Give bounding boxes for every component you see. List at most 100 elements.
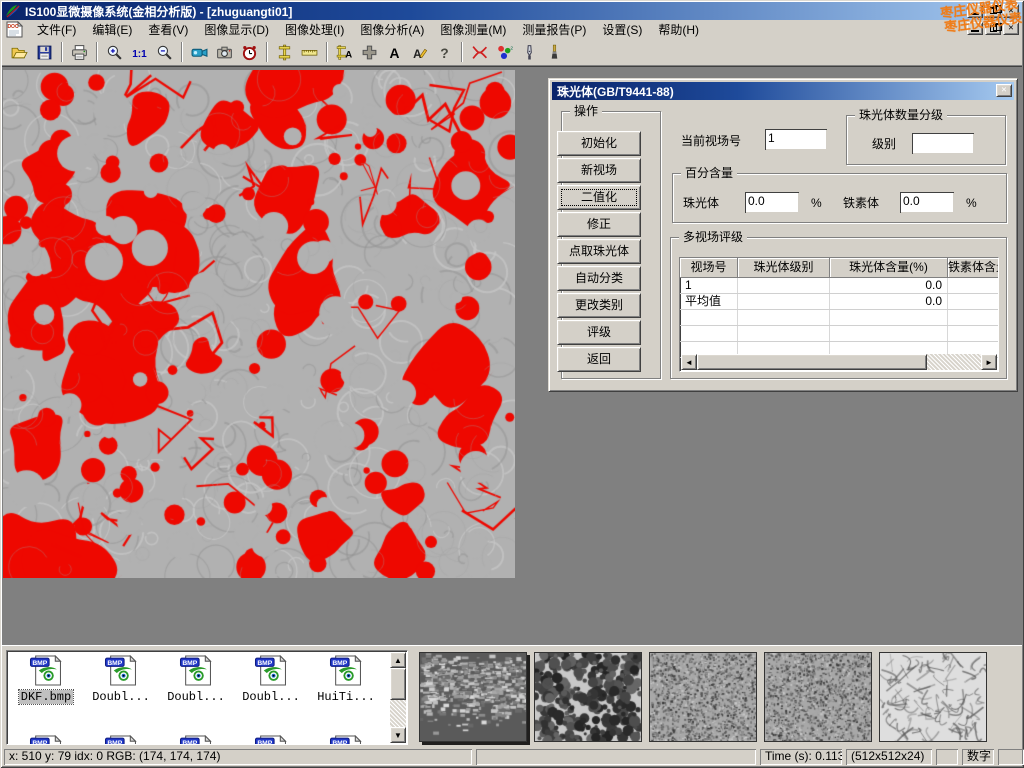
pen-icon[interactable] <box>517 40 542 64</box>
camcorder-icon[interactable] <box>187 40 212 64</box>
scroll-up-icon[interactable]: ▲ <box>390 652 406 668</box>
timer-icon[interactable] <box>237 40 262 64</box>
table-cell <box>738 278 830 293</box>
svg-text:BMP: BMP <box>182 660 197 667</box>
file-item-row2[interactable]: BMP <box>160 735 232 745</box>
file-item-row2[interactable]: BMP <box>310 735 382 745</box>
file-item-doubl-[interactable]: BMPDoubl... <box>235 655 307 704</box>
caliper-icon[interactable] <box>272 40 297 64</box>
table-cell <box>948 310 999 325</box>
file-scrollbar-thumb[interactable] <box>390 668 406 700</box>
actual-size-icon[interactable]: 1:1 <box>127 40 152 64</box>
ferrite-percent-sign: % <box>966 196 977 210</box>
table-header[interactable]: 珠光体级别 <box>738 258 830 278</box>
table-row[interactable]: 10.0 <box>680 278 998 294</box>
file-item-doubl-[interactable]: BMPDoubl... <box>160 655 232 704</box>
annotate-icon[interactable]: A <box>407 40 432 64</box>
table-cell: 1 <box>680 278 738 293</box>
scrollbar-thumb[interactable] <box>697 354 927 370</box>
bmp-file-icon: BMP <box>103 675 139 689</box>
toolbar-separator <box>181 42 183 62</box>
change-class-button[interactable]: 更改类别 <box>557 293 641 318</box>
window-title: IS100显微摄像系统(金相分析版) - [zhuguangti01] <box>25 3 292 20</box>
thumbnail-5[interactable] <box>879 652 987 742</box>
menu-item-file[interactable]: 文件(F) <box>29 21 84 40</box>
current-field-input[interactable]: 1 <box>765 129 827 150</box>
print-icon[interactable] <box>67 40 92 64</box>
svg-text:DOC: DOC <box>7 24 19 30</box>
camera-icon[interactable] <box>212 40 237 64</box>
grade-group: 珠光体数量分级 级别 <box>846 115 1006 165</box>
file-item-row2[interactable]: BMP <box>10 735 82 745</box>
menu-item-measure-report[interactable]: 测量报告(P) <box>514 21 594 40</box>
table-cell <box>738 326 830 341</box>
thumbnail-2[interactable] <box>534 652 642 742</box>
scrollbar-track[interactable] <box>927 354 981 370</box>
scroll-down-icon[interactable]: ▼ <box>390 727 406 743</box>
menu-item-image-process[interactable]: 图像处理(I) <box>277 21 352 40</box>
file-list[interactable]: BMPDKF.bmpBMPBMPDoubl...BMPBMPDoubl...BM… <box>6 650 408 745</box>
thumbnail-1[interactable] <box>419 652 527 742</box>
multiview-table[interactable]: 视场号珠光体级别珠光体含量(%)铁素体含量(%) 10.0平均值0.0 ◄ ► <box>679 257 999 372</box>
grade-button[interactable]: 评级 <box>557 320 641 345</box>
open-folder-icon[interactable] <box>7 40 32 64</box>
ruler-icon[interactable] <box>297 40 322 64</box>
file-item-huiti-[interactable]: BMPHuiTi... <box>310 655 382 704</box>
dialog-title-bar[interactable]: 珠光体(GB/T9441-88) ✕ <box>552 82 1014 100</box>
table-horizontal-scrollbar[interactable]: ◄ ► <box>681 354 997 370</box>
classify-balls-icon[interactable]: 2 <box>492 40 517 64</box>
initialize-button[interactable]: 初始化 <box>557 131 641 156</box>
file-item-dkf-bmp[interactable]: BMPDKF.bmp <box>10 655 82 704</box>
svg-text:BMP: BMP <box>32 740 47 745</box>
menu-item-edit[interactable]: 编辑(E) <box>84 21 140 40</box>
grade-input[interactable] <box>912 133 974 154</box>
table-header[interactable]: 视场号 <box>680 258 738 278</box>
correct-button[interactable]: 修正 <box>557 212 641 237</box>
file-list-scrollbar[interactable]: ▲ ▼ <box>390 652 406 743</box>
file-item-doubl-[interactable]: BMPDoubl... <box>85 655 157 704</box>
file-item-row2[interactable]: BMP <box>235 735 307 745</box>
scroll-right-icon[interactable]: ► <box>981 354 997 370</box>
file-item-row2[interactable]: BMP <box>85 735 157 745</box>
binarize-button[interactable]: 二值化 <box>557 185 641 210</box>
curves-icon[interactable] <box>467 40 492 64</box>
scroll-left-icon[interactable]: ◄ <box>681 354 697 370</box>
thumbnail-3[interactable] <box>649 652 757 742</box>
table-header[interactable]: 铁素体含量(%) <box>948 258 999 278</box>
menu-item-settings[interactable]: 设置(S) <box>594 21 650 40</box>
ferrite-input[interactable]: 0.0 <box>900 192 954 213</box>
text-icon[interactable]: A <box>382 40 407 64</box>
menu-item-image-display[interactable]: 图像显示(D) <box>196 21 277 40</box>
zoom-in-icon[interactable] <box>102 40 127 64</box>
save-icon[interactable] <box>32 40 57 64</box>
current-field-label: 当前视场号 <box>681 134 741 148</box>
svg-text:BMP: BMP <box>332 660 347 667</box>
table-row[interactable] <box>680 326 998 342</box>
table-row[interactable] <box>680 310 998 326</box>
brush-icon[interactable] <box>542 40 567 64</box>
binarized-micrograph-image[interactable] <box>3 70 515 578</box>
return-button[interactable]: 返回 <box>557 347 641 372</box>
new-field-button[interactable]: 新视场 <box>557 158 641 183</box>
move-cross-icon[interactable] <box>357 40 382 64</box>
bmp-file-icon: BMP <box>253 675 289 689</box>
zoom-out-icon[interactable] <box>152 40 177 64</box>
svg-text:BMP: BMP <box>107 660 122 667</box>
pearlite-input[interactable]: 0.0 <box>745 192 799 213</box>
document-icon[interactable]: DOC <box>5 21 25 38</box>
table-row[interactable]: 平均值0.0 <box>680 294 998 310</box>
thumbnail-4[interactable] <box>764 652 872 742</box>
menu-item-view[interactable]: 查看(V) <box>140 21 196 40</box>
measure-text-icon[interactable]: A <box>332 40 357 64</box>
menu-item-help[interactable]: 帮助(H) <box>650 21 707 40</box>
application-window: IS100显微摄像系统(金相分析版) - [zhuguangti01] ✕ 枣庄… <box>0 0 1024 768</box>
auto-classify-button[interactable]: 自动分类 <box>557 266 641 291</box>
table-header[interactable]: 珠光体含量(%) <box>830 258 948 278</box>
dialog-close-icon[interactable]: ✕ <box>996 84 1012 97</box>
svg-text:2: 2 <box>510 45 513 51</box>
title-bar[interactable]: IS100显微摄像系统(金相分析版) - [zhuguangti01] ✕ <box>2 2 1022 20</box>
help-icon[interactable]: ? <box>432 40 457 64</box>
menu-item-image-analysis[interactable]: 图像分析(A) <box>352 21 432 40</box>
pick-pearlite-button[interactable]: 点取珠光体 <box>557 239 641 264</box>
menu-item-image-measure[interactable]: 图像测量(M) <box>432 21 514 40</box>
